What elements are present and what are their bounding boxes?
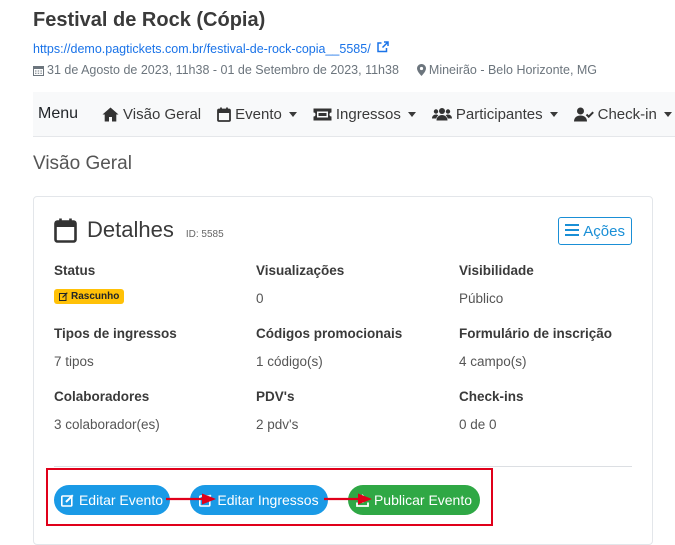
- nav-brand[interactable]: Menu: [38, 105, 78, 123]
- field-label: Colaboradores: [54, 389, 150, 404]
- field-label: PDV's: [256, 389, 295, 404]
- field-label: Status: [54, 263, 96, 278]
- field-value: 2 pdv's: [256, 417, 299, 432]
- field-check-ins: Check-ins 0 de 0: [459, 389, 524, 432]
- nav-item-check-in[interactable]: Check-in: [573, 105, 672, 123]
- event-date: 31 de Agosto de 2023, 11h38 - 01 de Sete…: [47, 63, 399, 77]
- field-value: 4 campo(s): [459, 354, 527, 369]
- home-icon: [102, 107, 119, 122]
- field-tipos-ingressos: Tipos de ingressos 7 tipos: [54, 326, 177, 369]
- chevron-down-icon: [549, 111, 558, 117]
- nav-item-label: Participantes: [455, 105, 543, 123]
- field-label: Check-ins: [459, 389, 524, 404]
- calendar-icon: [217, 107, 232, 122]
- card-divider: [54, 466, 632, 467]
- edit-tickets-label: Editar Ingressos: [217, 492, 319, 508]
- users-icon: [431, 107, 452, 121]
- edit-event-button[interactable]: Editar Evento: [54, 485, 170, 515]
- field-visibilidade: Visibilidade Público: [459, 263, 534, 306]
- publish-event-label: Publicar Evento: [373, 492, 473, 508]
- annotation-arrow: [324, 493, 372, 505]
- user-check-icon: [573, 107, 594, 122]
- main-navbar: Menu Visão Geral Evento Ingressos Partic…: [33, 92, 675, 137]
- nav-item-label: Visão Geral: [123, 105, 202, 123]
- event-location: Mineirão - Belo Horizonte, MG: [428, 63, 598, 77]
- field-label: Visibilidade: [459, 263, 534, 278]
- edit-icon: [59, 292, 68, 301]
- field-status: Status Rascunho: [54, 263, 125, 306]
- card-header: Detalhes ID: 5585: [54, 217, 224, 243]
- actions-button-label: Ações: [583, 222, 625, 240]
- page-title: Visão Geral: [33, 153, 132, 174]
- nav-item-visao-geral[interactable]: Visão Geral: [102, 106, 201, 123]
- actions-button[interactable]: Ações: [558, 217, 632, 245]
- annotation-arrow: [166, 493, 216, 505]
- nav-item-ingressos[interactable]: Ingressos: [313, 106, 416, 123]
- field-value: 0 de 0: [459, 417, 497, 432]
- field-codigos-promocionais: Códigos promocionais 1 código(s): [256, 326, 402, 369]
- field-formulario-inscricao: Formulário de inscrição 4 campo(s): [459, 326, 612, 369]
- status-badge-text: Rascunho: [71, 291, 120, 302]
- field-colaboradores: Colaboradores 3 colaborador(es): [54, 389, 160, 432]
- card-title: Detalhes: [87, 217, 174, 242]
- ticket-icon: [313, 108, 332, 121]
- nav-item-label: Evento: [235, 105, 282, 123]
- field-label: Códigos promocionais: [256, 326, 403, 341]
- nav-item-label: Check-in: [597, 105, 657, 123]
- field-label: Formulário de inscrição: [459, 326, 613, 341]
- field-visualizacoes: Visualizações 0: [256, 263, 344, 306]
- field-value: 3 colaborador(es): [54, 417, 160, 432]
- field-value: Público: [459, 291, 504, 306]
- edit-icon: [60, 493, 74, 507]
- event-title: Festival de Rock (Cópia): [33, 9, 266, 31]
- bars-icon: [565, 223, 580, 240]
- status-badge: Rascunho: [54, 289, 125, 304]
- nav-item-label: Ingressos: [335, 105, 401, 123]
- event-meta: 31 de Agosto de 2023, 11h38 - 01 de Sete…: [33, 63, 597, 77]
- event-id: ID: 5585: [185, 228, 224, 240]
- nav-item-participantes[interactable]: Participantes: [431, 105, 558, 123]
- event-url-text[interactable]: https://demo.pagtickets.com.br/festival-…: [33, 42, 371, 56]
- nav-item-evento[interactable]: Evento: [217, 106, 297, 123]
- calendar-small-icon: [33, 65, 44, 76]
- edit-event-label: Editar Evento: [78, 492, 164, 508]
- field-value: 1 código(s): [256, 354, 323, 369]
- external-link-icon[interactable]: [376, 41, 389, 56]
- chevron-down-icon: [407, 111, 416, 117]
- field-value: 7 tipos: [54, 354, 94, 369]
- map-marker-icon: [416, 64, 426, 76]
- chevron-down-icon: [288, 111, 297, 117]
- field-value: 0: [256, 291, 264, 306]
- calendar-icon: [54, 218, 77, 243]
- chevron-down-icon: [663, 111, 672, 117]
- field-label: Tipos de ingressos: [54, 326, 177, 341]
- field-pdvs: PDV's 2 pdv's: [256, 389, 298, 432]
- field-label: Visualizações: [256, 263, 345, 278]
- event-url[interactable]: https://demo.pagtickets.com.br/festival-…: [33, 41, 389, 56]
